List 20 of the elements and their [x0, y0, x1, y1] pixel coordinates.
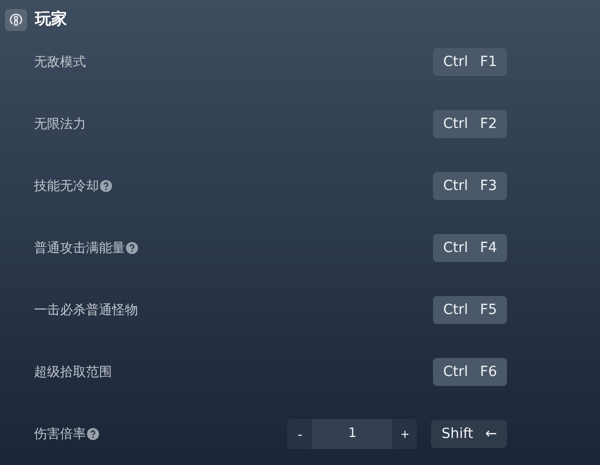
hotkey-button[interactable]: Ctrl F4	[433, 234, 507, 262]
option-label: 无限法力	[34, 116, 86, 133]
hotkey-button[interactable]: Ctrl F2	[433, 110, 507, 138]
option-label: 技能无冷却	[34, 178, 99, 195]
section-title: 玩家	[35, 9, 67, 30]
option-label: 超级拾取范围	[34, 364, 112, 381]
help-icon[interactable]	[87, 428, 99, 440]
option-label: 普通攻击满能量	[34, 240, 125, 257]
value-field[interactable]: 1	[312, 418, 392, 449]
hotkey-button[interactable]: Ctrl F5	[433, 296, 507, 324]
player-icon	[5, 8, 27, 31]
option-label: 伤害倍率	[34, 426, 86, 443]
hotkey-button[interactable]: Ctrl F3	[433, 172, 507, 200]
option-label: 无敌模式	[34, 54, 86, 72]
help-icon[interactable]	[126, 242, 138, 254]
hotkey-button[interactable]: Ctrl F1	[433, 48, 507, 76]
hotkey-button[interactable]: Ctrl F6	[433, 358, 507, 386]
option-label: 一击必杀普通怪物	[34, 302, 138, 319]
help-icon[interactable]	[100, 180, 112, 192]
hotkey-button[interactable]: Shift ←	[431, 420, 507, 448]
